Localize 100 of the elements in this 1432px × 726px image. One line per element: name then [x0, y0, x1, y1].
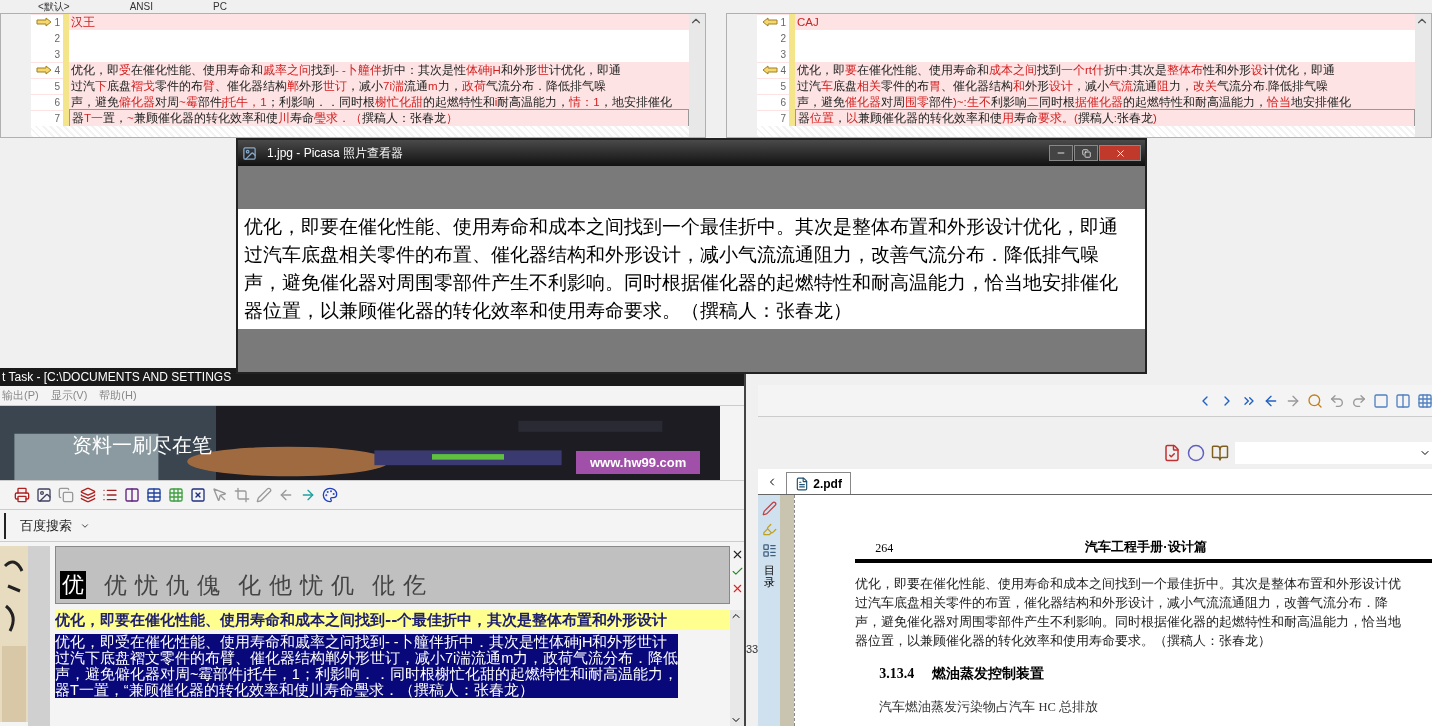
- current-character[interactable]: 优: [60, 571, 86, 599]
- left-arrow-icon: [762, 17, 779, 27]
- restore-icon: [1081, 148, 1091, 158]
- line-number: 1: [54, 15, 60, 30]
- window-title: t Task - [C:\DOCUMENTS AND SETTINGS: [2, 369, 232, 386]
- diff-line: 汉王: [70, 15, 96, 30]
- recognized-line: 优化，即受在催化性能、使用寿命和戚率之问找到- -卜艟伴折中．其次是性体砷jH和外形世计: [55, 634, 669, 650]
- diff-line: 优化，即受在催化性能、使用寿命和戚率之问找到- -卜艟伴折中：其次是性体砷jH和外形世计优化，即通: [70, 63, 622, 78]
- candidate-character[interactable]: 仡: [403, 571, 426, 599]
- line-number: 3: [780, 47, 786, 62]
- scrollbar[interactable]: [1415, 14, 1431, 137]
- header-label: ANSI: [129, 0, 154, 13]
- paragraph-line: 器位置，以兼顾催化器的转化效率和使用寿命要求。（撰稿人：张春龙）: [855, 632, 1273, 650]
- table-icon[interactable]: [146, 487, 162, 503]
- document-tab[interactable]: 2.pdf: [786, 472, 851, 494]
- menu-item[interactable]: 帮助(H): [99, 387, 137, 404]
- right-arrow-icon: [36, 17, 53, 27]
- single-page-icon[interactable]: [1373, 392, 1390, 409]
- right-arrow-icon: [36, 65, 53, 75]
- checklist-icon[interactable]: [1163, 444, 1182, 462]
- menu-item[interactable]: 显示(V): [50, 387, 88, 404]
- diff-line: 声，避免僻化器对周~霉部件j托牛，1；利影响．．同时根榭忙化甜的起燃特性和i耐高温能力，情：1，地安排催化: [70, 95, 673, 110]
- scrollbar[interactable]: [689, 14, 705, 137]
- scrollbar[interactable]: [730, 610, 744, 726]
- printer-icon[interactable]: [14, 487, 30, 503]
- thumbnails-icon[interactable]: [761, 543, 777, 558]
- image-text-line: 优化，即要在催化性能、使用寿命和成本之间找到一个最佳折中。其次是整体布置和外形设计优化，即通: [244, 215, 1119, 239]
- diff-line: 过汽车底盘相关零件的布胃、催化器结构和外形设计，减小气流流通阻力，改关气流分布.降低排气噪: [796, 79, 1330, 94]
- menu-item[interactable]: 输出(P): [2, 387, 39, 404]
- image-icon[interactable]: [36, 487, 52, 503]
- candidate-character[interactable]: 傀: [197, 571, 220, 599]
- paragraph-line: 优化，即要在催化性能、使用寿命和成本之间找到一个最佳折中。其次是整体布置和外形设计优: [855, 575, 1403, 593]
- close-icon: [1114, 147, 1126, 159]
- dropdown-field[interactable]: [1235, 442, 1432, 464]
- recognized-line: 器T一置，“兼顾催化器的转化效率和使川寿命璺求．（撰稿人：张春龙）: [55, 682, 535, 698]
- candidate-character[interactable]: 化: [238, 571, 261, 599]
- line-number: 6: [54, 95, 60, 110]
- line-number: 5: [780, 79, 786, 94]
- page-number: 264: [874, 539, 895, 557]
- copy-icon[interactable]: [58, 487, 74, 503]
- candidate-character[interactable]: 忧: [135, 571, 158, 599]
- banner-ad[interactable]: 资料一刷尽在笔 www.hw99.com: [0, 406, 720, 480]
- pdf-file-icon: [795, 476, 810, 491]
- scrollbar[interactable]: [28, 546, 50, 726]
- paragraph-line: 过汽车底盘相关零件的布置，催化器结构和外形设计，减小气流流通阻力，改善气流分布．降: [855, 594, 1390, 612]
- maximize-button[interactable]: [1074, 145, 1098, 161]
- line-number: 7: [780, 111, 786, 126]
- line-number: 1: [780, 15, 786, 30]
- contents-tab[interactable]: 目录: [763, 564, 775, 589]
- diff-line: 优化，即要在催化性能、使用寿命和成本之间找到一个rt什折中:其次是整体布性和外形设计优化，即通: [796, 63, 1337, 78]
- pen-icon[interactable]: [256, 487, 272, 503]
- header-label: <默认>: [38, 0, 70, 13]
- section-number: 3.13.4: [879, 664, 915, 683]
- image-text-line: 器位置，以兼顾催化器的转化效率和使用寿命要求。（撰稿人：张春龙）: [244, 299, 853, 323]
- two-pane-icon[interactable]: [1395, 392, 1412, 409]
- layers-icon[interactable]: [80, 487, 96, 503]
- line-number: 6: [780, 95, 786, 110]
- minimize-button[interactable]: [1049, 145, 1073, 161]
- grid-icon[interactable]: [1417, 392, 1432, 409]
- candidate-character[interactable]: 仇: [166, 571, 189, 599]
- banner-url[interactable]: www.hw99.com: [576, 450, 701, 474]
- candidate-character[interactable]: 优: [104, 571, 127, 599]
- line-number: 2: [780, 31, 786, 46]
- candidate-character[interactable]: 他: [269, 571, 292, 599]
- forward-arrow-icon[interactable]: [300, 487, 316, 503]
- candidate-character[interactable]: 仉: [331, 571, 354, 599]
- image-text-line: 过汽车底盘相关零件的布置、催化器结构和外形设计，减小气流流通阻力，改善气流分布．降低排气噪: [244, 243, 1100, 267]
- recognized-line: 声，避免僻化器对周~霉部件j托牛，1；利影响．．同时根榭忙化甜的起燃特性和i耐高温能力，: [55, 666, 679, 682]
- diff-line: 过汽下底盘褶戈零件的布臂、催化器结构郸外形世订，减小7i湍流通m力，政荷气流分布．降低排气噪: [70, 79, 607, 94]
- app-icon: [242, 145, 257, 161]
- delete-box-icon[interactable]: [190, 487, 206, 503]
- candidate-character[interactable]: 仳: [372, 571, 395, 599]
- palette-icon[interactable]: [322, 487, 338, 503]
- grid-icon[interactable]: [168, 487, 184, 503]
- redo-icon[interactable]: [1351, 392, 1368, 409]
- candidate-character[interactable]: 忧: [300, 571, 323, 599]
- book-icon[interactable]: [1211, 444, 1230, 462]
- pointer-icon[interactable]: [212, 487, 228, 503]
- columns-icon[interactable]: [124, 487, 140, 503]
- check-icon[interactable]: [730, 565, 744, 578]
- list-icon[interactable]: [102, 487, 118, 503]
- window-title: 1.jpg - Picasa 照片查看器: [267, 145, 405, 162]
- undo-icon[interactable]: [1329, 392, 1346, 409]
- line-number: 4: [54, 63, 60, 78]
- section-title: 燃油蒸发控制装置: [932, 663, 1045, 683]
- running-title: 汽车工程手册·设计篇: [1085, 538, 1207, 556]
- line-number: 7: [54, 111, 60, 126]
- line-number: 5: [54, 79, 60, 94]
- crop-icon[interactable]: [234, 487, 250, 503]
- line-number: 3: [54, 47, 60, 62]
- side-number: 33: [746, 642, 759, 657]
- recognized-line: 过汽下底盘褶文零件的布臂、催化器结构郸外形世订，减小7i湍流通m力，政荷气流分布．降低: [55, 650, 679, 666]
- paragraph-line: 声，避免催化器对周围零部件产生不利影响。同时根据催化器的起燃特性和耐高温能力，恰当地: [855, 613, 1403, 631]
- body-text: 汽车燃油蒸发污染物占汽车 HC 总排放: [878, 698, 1099, 716]
- image-text-line: 声，避免催化器对周围零部件产生不利影响。同时根据催化器的起燃特性和耐高温能力，恰当地安排催化: [244, 271, 1119, 295]
- diff-line: CAJ: [796, 15, 820, 30]
- search-icon[interactable]: [1307, 392, 1324, 409]
- banner-slogan: 资料一刷尽在笔: [72, 433, 212, 458]
- line-number: 4: [780, 63, 786, 78]
- search-engine-dropdown[interactable]: 百度搜索: [4, 512, 104, 539]
